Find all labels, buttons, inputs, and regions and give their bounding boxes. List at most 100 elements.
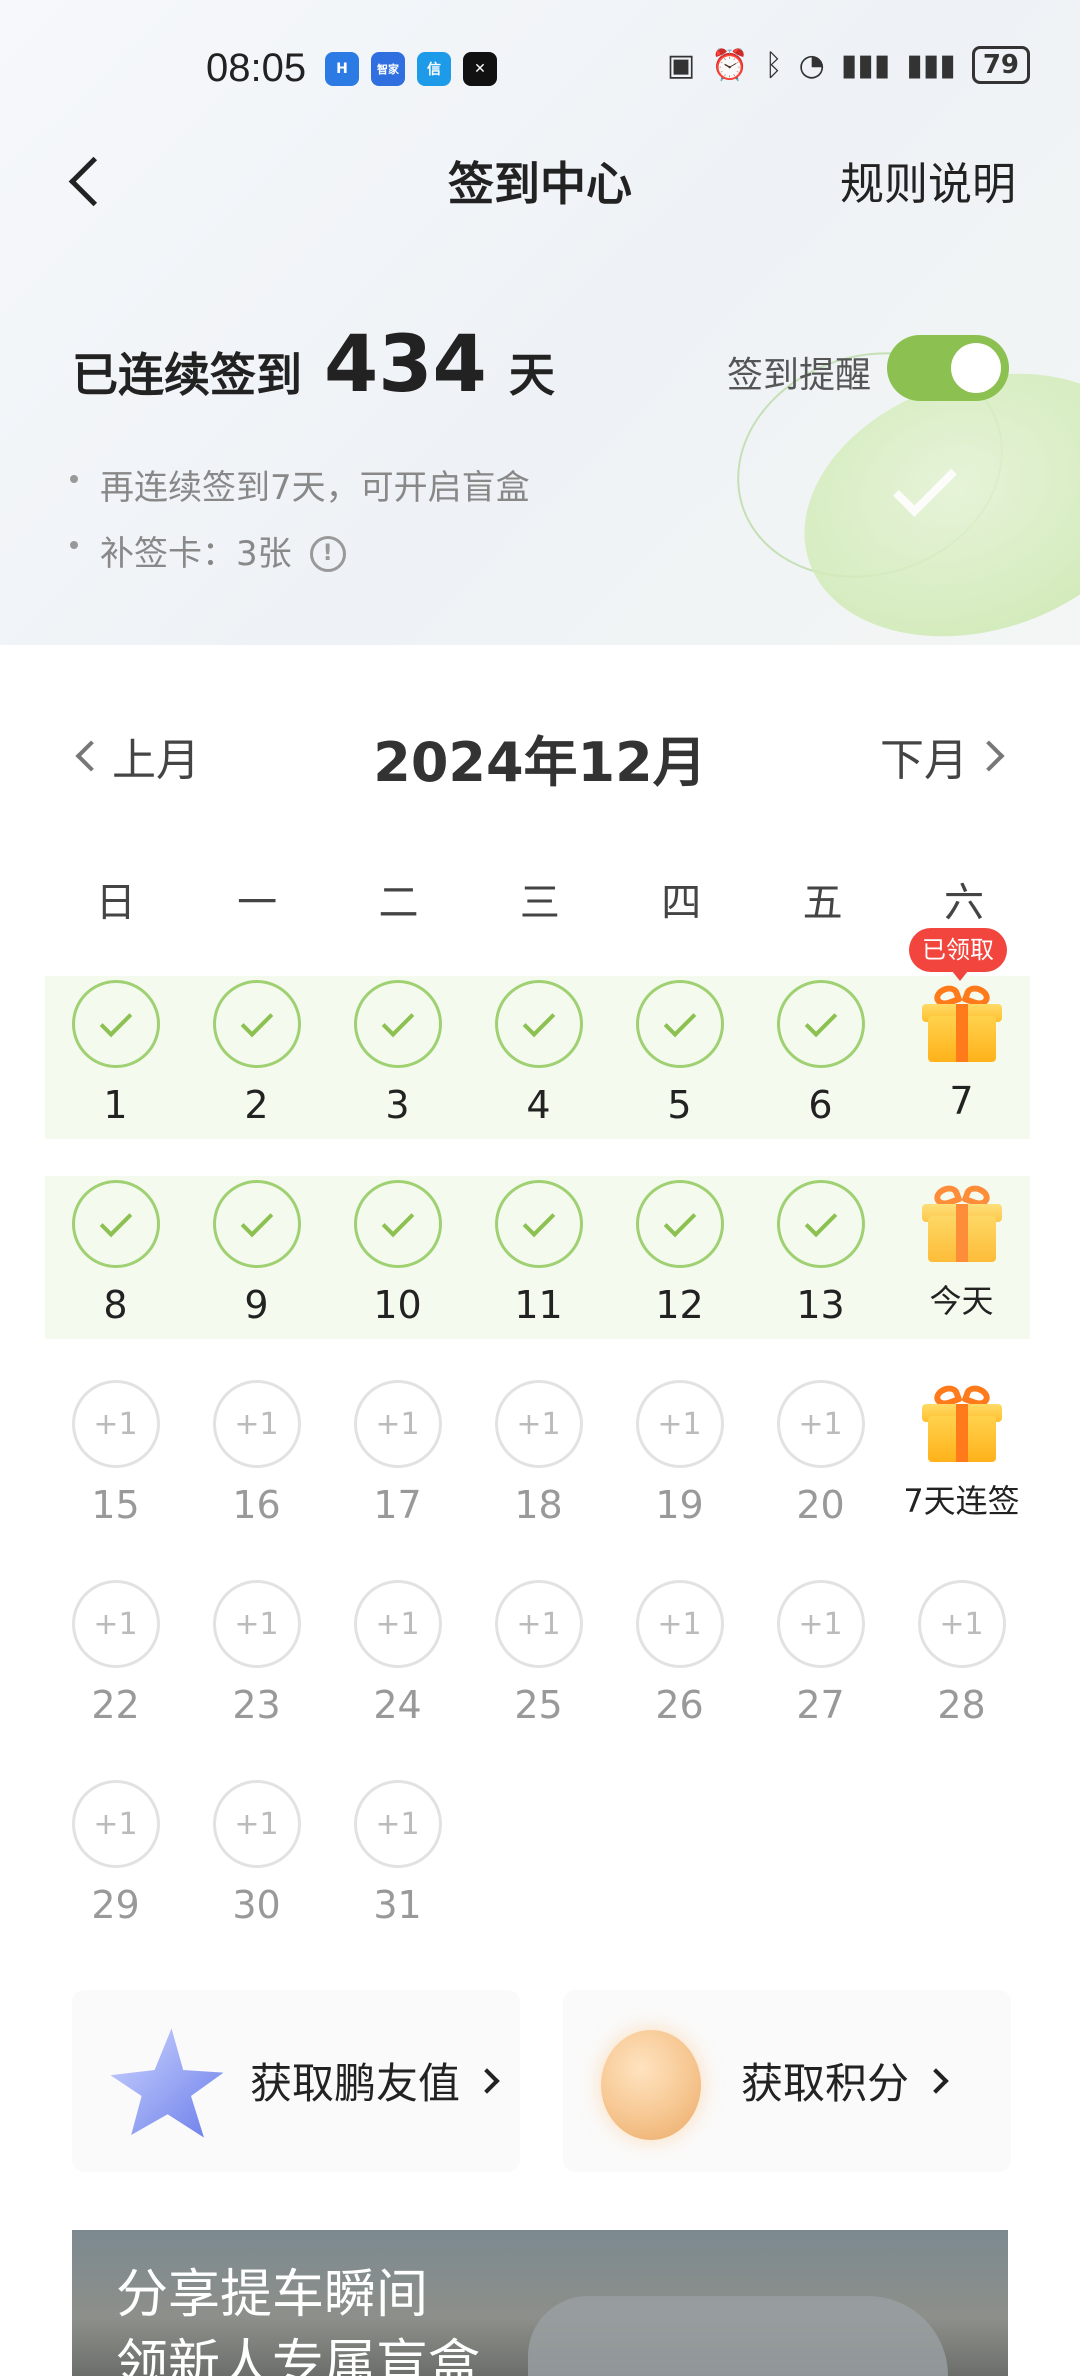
day-label: 8	[103, 1283, 128, 1327]
weekday-header: 日 一 二 三 四 五 六	[45, 870, 1035, 928]
rules-button[interactable]: 规则说明	[840, 148, 1016, 212]
day-cell-future[interactable]: +1 16	[186, 1380, 327, 1528]
day-label: 29	[91, 1883, 140, 1927]
plus-one-icon: +1	[494, 1380, 583, 1468]
plus-one-icon: +1	[917, 1580, 1006, 1668]
day-cell-future[interactable]: +1 29	[45, 1780, 186, 1928]
day-cell-future[interactable]: +1 24	[327, 1580, 468, 1728]
day-cell-future[interactable]: +1 25	[468, 1580, 609, 1728]
status-time: 08:05	[206, 46, 307, 90]
info-blind-box-text: 再连续签到7天，可开启盲盒	[100, 468, 530, 508]
check-icon	[635, 1180, 724, 1268]
points-card[interactable]: 获取积分	[563, 1990, 1011, 2172]
day-label: 22	[91, 1683, 140, 1727]
day-label: 6	[808, 1083, 833, 1127]
check-icon	[71, 980, 160, 1068]
day-cell-future[interactable]: +1 20	[750, 1380, 891, 1528]
day-cell-future[interactable]: +1 23	[186, 1580, 327, 1728]
plus-one-icon: +1	[212, 1380, 301, 1468]
weekday-wed: 三	[519, 880, 560, 926]
day-label: 19	[655, 1483, 704, 1527]
gift-icon	[921, 982, 1002, 1064]
streak-days: 434	[324, 320, 487, 410]
day-label: 17	[373, 1483, 422, 1527]
next-month-button[interactable]: 下月	[880, 724, 1005, 788]
plus-one-icon: +1	[635, 1580, 724, 1668]
day-label: 26	[655, 1683, 704, 1727]
check-icon	[494, 1180, 583, 1268]
gift-icon	[921, 1182, 1002, 1264]
chevron-right-icon	[973, 740, 1005, 772]
day-cell-future[interactable]: +1 18	[468, 1380, 609, 1528]
month-navigation: 上月 2024年12月 下月	[0, 710, 1080, 794]
chevron-right-icon	[474, 2067, 500, 2094]
day-cell-future[interactable]: +1 26	[609, 1580, 750, 1728]
day-cell-checked: 8	[45, 1180, 186, 1328]
weekday-sun: 日	[95, 880, 136, 926]
day-cell-future[interactable]: +1 28	[891, 1580, 1032, 1728]
streak-summary: 已连续签到 434 天	[72, 320, 555, 410]
day-cell-checked: 9	[186, 1180, 327, 1328]
header-hero: 08:05 H 智家 信 ✕ ▣ ⏰ ᛒ ◔ ▮▮▮ ▮▮▮ 79 签到中心 规…	[0, 0, 1080, 645]
chevron-right-icon	[923, 2067, 949, 2094]
plus-one-icon: +1	[776, 1380, 865, 1468]
info-makeup-card-text: 补签卡：3张	[100, 534, 292, 574]
day-cell-future[interactable]: +1 31	[327, 1780, 468, 1928]
app-icon-3: 信	[417, 52, 451, 86]
next-month-label: 下月	[880, 735, 968, 786]
star-icon	[110, 2028, 224, 2138]
day-label: 2	[244, 1083, 269, 1127]
info-list: 再连续签到7天，可开启盲盒 补签卡：3张!	[70, 455, 530, 587]
nav-bar: 签到中心 规则说明	[0, 140, 1080, 220]
day-label: 7	[949, 1079, 974, 1123]
check-icon	[71, 1180, 160, 1268]
bluetooth-icon: ᛒ	[764, 47, 783, 83]
promo-banner[interactable]: 分享提车瞬间 领新人专属盲盒	[72, 2230, 1008, 2376]
streak-prefix: 已连续签到	[72, 348, 302, 402]
day-cell-checked: 2	[186, 980, 327, 1128]
day-label: 今天	[929, 1282, 994, 1320]
check-icon	[212, 1180, 301, 1268]
day-label: 5	[667, 1083, 692, 1127]
day-cell-future[interactable]: +1 15	[45, 1380, 186, 1528]
day-cell-streak-gift[interactable]: 7天连签	[891, 1380, 1032, 1524]
points-label: 获取积分	[741, 2050, 949, 2111]
day-label: 23	[232, 1683, 281, 1727]
day-cell-checked: 13	[750, 1180, 891, 1328]
status-bar: 08:05 H 智家 信 ✕ ▣ ⏰ ᛒ ◔ ▮▮▮ ▮▮▮ 79	[0, 40, 1080, 100]
day-cell-checked: 3	[327, 980, 468, 1128]
day-cell-checked: 5	[609, 980, 750, 1128]
day-cell-future[interactable]: +1 17	[327, 1380, 468, 1528]
day-cell-future[interactable]: +1 30	[186, 1780, 327, 1928]
day-label: 7天连签	[903, 1482, 1020, 1520]
plus-one-icon: +1	[71, 1580, 160, 1668]
day-cell-future[interactable]: +1 27	[750, 1580, 891, 1728]
plus-one-icon: +1	[212, 1780, 301, 1868]
day-label: 18	[514, 1483, 563, 1527]
signal-5g-icon: ▮▮▮	[906, 47, 956, 83]
day-cell-future[interactable]: +1 22	[45, 1580, 186, 1728]
coin-icon	[601, 2030, 701, 2140]
plus-one-icon: +1	[71, 1780, 160, 1868]
friend-value-card[interactable]: 获取鹏友值	[72, 1990, 520, 2172]
banner-subtitle: 领新人专属盲盒	[116, 2335, 481, 2376]
day-label: 1	[103, 1083, 128, 1127]
info-icon[interactable]: !	[309, 536, 346, 572]
day-label: 27	[796, 1683, 845, 1727]
plus-one-icon: +1	[353, 1580, 442, 1668]
weekday-mon: 一	[237, 880, 278, 926]
car-image	[528, 2296, 948, 2376]
weekday-fri: 五	[802, 880, 843, 926]
nfc-icon: ▣	[666, 47, 696, 83]
check-icon	[635, 980, 724, 1068]
reminder-toggle[interactable]	[887, 335, 1009, 401]
app-icon-4: ✕	[463, 52, 497, 86]
day-cell-future[interactable]: +1 19	[609, 1380, 750, 1528]
toggle-knob	[951, 343, 1001, 393]
day-cell-gift-claimed[interactable]: 7	[891, 980, 1032, 1124]
day-cell-checked: 10	[327, 1180, 468, 1328]
check-icon	[776, 980, 865, 1068]
day-cell-today[interactable]: 今天	[891, 1180, 1032, 1324]
banner-title: 分享提车瞬间	[116, 2265, 429, 2325]
plus-one-icon: +1	[494, 1580, 583, 1668]
